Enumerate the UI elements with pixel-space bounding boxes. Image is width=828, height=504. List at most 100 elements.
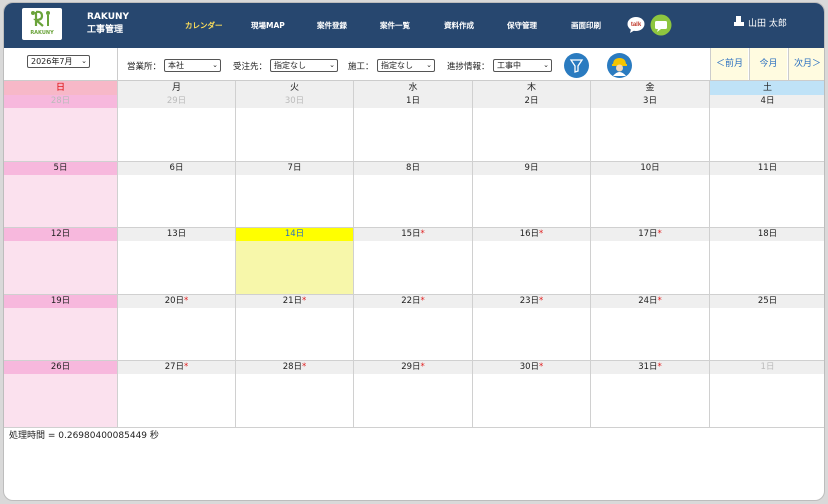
day-label: 26日 [50, 362, 71, 372]
weekday-header-saturday: 土 [710, 81, 824, 95]
calendar-day-cell[interactable]: 11日 [710, 161, 824, 228]
nav-case-list[interactable]: 案件一覧 [380, 20, 410, 31]
calendar-day-cell[interactable]: 22日* [354, 294, 473, 361]
chevron-down-icon: ⌄ [329, 61, 335, 69]
calendar-day-cell[interactable]: 15日* [354, 228, 473, 295]
weekday-header-thursday: 木 [473, 81, 591, 95]
day-label: 28日 [50, 96, 71, 106]
calendar-day-cell[interactable]: 21日* [236, 294, 354, 361]
next-month-button[interactable]: 次月＞ [788, 48, 824, 80]
day-number: 27日* [118, 361, 235, 374]
event-marker: * [657, 362, 662, 372]
day-label: 23日 [519, 295, 540, 306]
calendar-day-cell[interactable]: 2日 [473, 95, 591, 162]
nav-document-create[interactable]: 資料作成 [444, 20, 474, 31]
nav-screen-print[interactable]: 画面印刷 [571, 20, 601, 31]
logo[interactable]: RAKUNY [22, 8, 62, 40]
office-select[interactable]: 本社 ⌄ [164, 59, 221, 72]
client-select-value: 指定なし [274, 61, 306, 70]
day-number: 24日* [591, 294, 709, 308]
calendar-day-cell[interactable]: 9日 [473, 161, 591, 228]
day-number: 31日* [591, 361, 709, 374]
day-label: 13日 [166, 229, 187, 239]
event-marker: * [539, 295, 544, 306]
talk-icon[interactable]: talk [627, 16, 645, 34]
nav-calendar[interactable]: カレンダー [185, 20, 223, 31]
day-label: 12日 [50, 229, 71, 239]
weekday-header-sunday: 日 [4, 81, 118, 95]
calendar-day-cell[interactable]: 17日* [591, 228, 710, 295]
top-header: RAKUNY RAKUNY 工事管理 カレンダー 現場MAP 案件登録 案件一覧… [4, 3, 824, 48]
calendar-day-cell[interactable]: 28日 [4, 95, 118, 162]
day-label: 30日 [519, 362, 540, 372]
progress-select[interactable]: 工事中 ⌄ [493, 59, 552, 72]
calendar-day-cell[interactable]: 29日 [118, 95, 236, 162]
calendar-day-cell-today[interactable]: 14日 [236, 228, 354, 295]
event-marker: * [539, 229, 544, 239]
app-title: RAKUNY 工事管理 [87, 11, 129, 37]
day-number: 7日 [236, 161, 353, 175]
calendar-day-cell[interactable]: 8日 [354, 161, 473, 228]
day-label: 27日 [164, 362, 185, 372]
prev-month-button[interactable]: ＜前月 [710, 48, 748, 80]
calendar-day-cell[interactable]: 28日* [236, 361, 354, 428]
calendar-day-cell[interactable]: 20日* [118, 294, 236, 361]
calendar-day-cell[interactable]: 10日 [591, 161, 710, 228]
day-number: 26日 [4, 361, 117, 374]
calendar-day-cell[interactable]: 30日 [236, 95, 354, 162]
calendar-day-cell[interactable]: 30日* [473, 361, 591, 428]
worker-button[interactable] [607, 53, 632, 78]
day-label: 7日 [287, 162, 302, 173]
weekday-header-tuesday: 火 [236, 81, 354, 95]
message-icon[interactable] [650, 14, 672, 36]
nav-case-register[interactable]: 案件登録 [317, 20, 347, 31]
nav-site-map[interactable]: 現場MAP [251, 20, 285, 31]
filter-bar: 2026年7月 ⌄ 営業所： 本社 ⌄ 受注先： 指定なし ⌄ 施工： 指定なし… [4, 48, 824, 81]
calendar-day-cell[interactable]: 31日* [591, 361, 710, 428]
day-number: 29日 [118, 95, 235, 108]
calendar-day-cell[interactable]: 12日 [4, 228, 118, 295]
user-icon [734, 16, 744, 26]
calendar-day-cell[interactable]: 29日* [354, 361, 473, 428]
app-window: RAKUNY RAKUNY 工事管理 カレンダー 現場MAP 案件登録 案件一覧… [3, 2, 825, 501]
office-select-value: 本社 [168, 61, 184, 70]
calendar-day-cell[interactable]: 3日 [591, 95, 710, 162]
calendar-day-cell[interactable]: 1日 [354, 95, 473, 162]
event-marker: * [302, 295, 307, 306]
day-number: 10日 [591, 161, 709, 175]
calendar-day-cell[interactable]: 5日 [4, 161, 118, 228]
calendar-day-cell[interactable]: 13日 [118, 228, 236, 295]
calendar-day-cell[interactable]: 19日 [4, 294, 118, 361]
day-label: 3日 [643, 96, 657, 106]
weekday-header-wednesday: 水 [354, 81, 473, 95]
calendar-day-cell[interactable]: 6日 [118, 161, 236, 228]
event-marker: * [420, 295, 425, 306]
logo-mark-icon [31, 10, 50, 27]
month-select[interactable]: 2026年7月 ⌄ [27, 55, 90, 68]
weekday-header-row: 日月火水木金土 [4, 81, 824, 95]
calendar-day-cell[interactable]: 1日 [710, 361, 824, 428]
talk-label: talk [631, 22, 642, 28]
builder-select[interactable]: 指定なし ⌄ [377, 59, 435, 72]
calendar-day-cell[interactable]: 18日 [710, 228, 824, 295]
day-number: 14日 [236, 228, 353, 241]
calendar-day-cell[interactable]: 26日 [4, 361, 118, 428]
calendar-day-cell[interactable]: 27日* [118, 361, 236, 428]
day-number: 15日* [354, 228, 472, 241]
nav-maintenance[interactable]: 保守管理 [507, 20, 537, 31]
day-number: 2日 [473, 95, 590, 108]
day-label: 30日 [284, 96, 305, 106]
day-number: 17日* [591, 228, 709, 241]
calendar-day-cell[interactable]: 16日* [473, 228, 591, 295]
calendar-day-cell[interactable]: 25日 [710, 294, 824, 361]
day-number: 30日 [236, 95, 353, 108]
filter-button[interactable] [564, 53, 589, 78]
calendar-day-cell[interactable]: 23日* [473, 294, 591, 361]
calendar-day-cell[interactable]: 4日 [710, 95, 824, 162]
calendar-day-cell[interactable]: 24日* [591, 294, 710, 361]
this-month-button[interactable]: 今月 [749, 48, 787, 80]
app-title-line1: RAKUNY [87, 12, 130, 22]
user-name[interactable]: 山田 太郎 [748, 16, 787, 29]
client-select[interactable]: 指定なし ⌄ [270, 59, 338, 72]
calendar-day-cell[interactable]: 7日 [236, 161, 354, 228]
